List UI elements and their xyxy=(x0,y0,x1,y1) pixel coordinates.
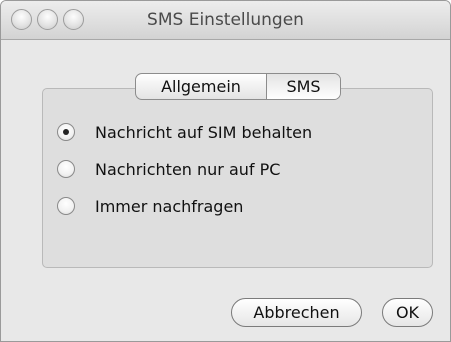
ok-button[interactable]: OK xyxy=(382,298,433,327)
radio-option-keep-on-sim[interactable]: Nachricht auf SIM behalten xyxy=(57,120,312,144)
radio-label-keep-on-sim: Nachricht auf SIM behalten xyxy=(95,122,313,142)
radio-button[interactable] xyxy=(57,197,75,215)
radio-option-pc-only[interactable]: Nachrichten nur auf PC xyxy=(57,157,280,181)
radio-button[interactable] xyxy=(57,160,75,178)
radio-label-always-ask: Immer nachfragen xyxy=(95,196,244,216)
radio-label-pc-only: Nachrichten nur auf PC xyxy=(95,159,281,179)
window-title: SMS Einstellungen xyxy=(147,10,304,30)
radio-option-always-ask[interactable]: Immer nachfragen xyxy=(57,194,243,218)
tab-bar: Allgemein SMS xyxy=(135,73,341,100)
tab-sms[interactable]: SMS xyxy=(267,74,340,99)
cancel-button[interactable]: Abbrechen xyxy=(231,298,362,327)
radio-button-selected[interactable] xyxy=(57,123,75,141)
title-bar: SMS Einstellungen xyxy=(1,1,450,40)
sms-settings-window: SMS Einstellungen Allgemein SMS Nachrich… xyxy=(0,0,451,342)
tab-allgemein[interactable]: Allgemein xyxy=(136,74,267,99)
